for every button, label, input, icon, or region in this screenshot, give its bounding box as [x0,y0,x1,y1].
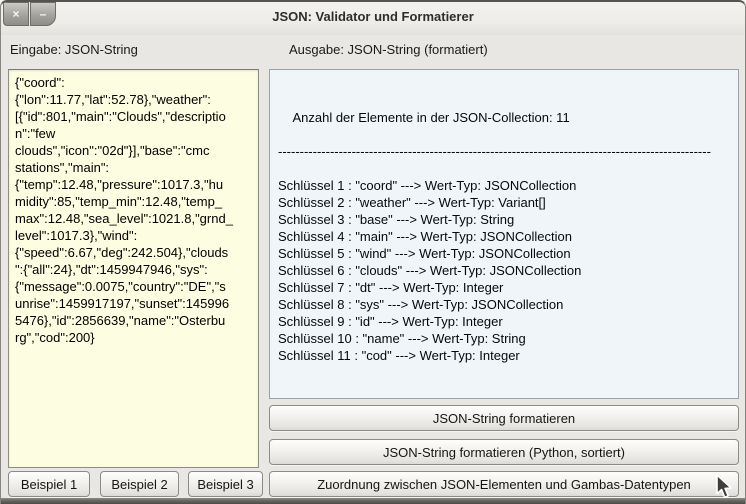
window-bottom-edge [1,498,745,504]
output-text: Anzahl der Elemente in der JSON-Collecti… [278,110,711,363]
example-2-button[interactable]: Beispiel 2 [100,471,179,497]
format-json-button[interactable]: JSON-String formatieren [269,405,739,431]
json-input-textarea[interactable]: {"coord": {"lon":11.77,"lat":52.78},"wea… [8,69,259,468]
example-1-button[interactable]: Beispiel 1 [8,471,90,497]
format-json-python-button[interactable]: JSON-String formatieren (Python, sortier… [269,439,739,465]
output-label: Ausgabe: JSON-String (formatiert) [289,42,488,57]
mapping-gambas-button[interactable]: Zuordnung zwischen JSON-Elementen und Ga… [269,471,739,497]
input-label: Eingabe: JSON-String [10,42,138,57]
example-3-button[interactable]: Beispiel 3 [188,471,263,497]
output-panel[interactable]: Anzahl der Elemente in der JSON-Collecti… [269,69,739,399]
app-window: × – JSON: Validator und Formatierer Eing… [0,0,746,504]
window-title: JSON: Validator und Formatierer [1,9,745,24]
titlebar: × – JSON: Validator und Formatierer [1,2,745,35]
